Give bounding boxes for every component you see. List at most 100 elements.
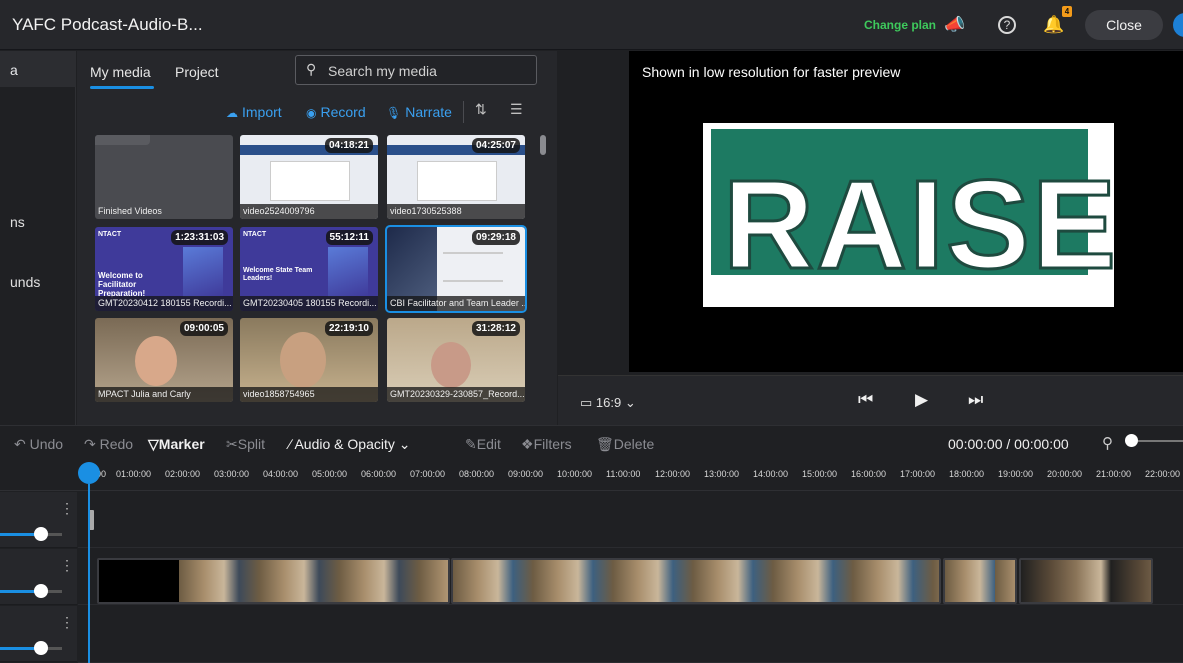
media-item-name: video2524009796 [240, 204, 378, 219]
volume-slider-knob[interactable] [34, 584, 48, 598]
undo-button[interactable]: ↶ Undo [14, 436, 63, 453]
ruler-tick-label: 14:00:00 [753, 469, 789, 479]
redo-button[interactable]: ↷ Redo [84, 436, 133, 453]
ruler-tick-label: 10:00:00 [557, 469, 593, 479]
action-divider [463, 101, 464, 123]
top-bar: YAFC Podcast-Audio-B... Change plan 📣 ? … [0, 0, 1183, 50]
volume-slider-knob[interactable] [34, 641, 48, 655]
track-menu-icon[interactable]: ⋮ [60, 557, 74, 574]
microphone-icon: 🎙 [386, 106, 402, 120]
split-button[interactable]: ✂Split [226, 436, 265, 453]
undo-label: Undo [29, 436, 64, 452]
track-menu-icon[interactable]: ⋮ [60, 614, 74, 631]
rail-item-backgrounds[interactable]: unds [10, 274, 40, 290]
audio-opacity-label: Audio & Opacity [294, 436, 395, 452]
timeline-track[interactable] [78, 606, 1183, 663]
project-title[interactable]: YAFC Podcast-Audio-B... [12, 15, 203, 35]
avatar[interactable] [1173, 13, 1183, 37]
media-item[interactable]: 09:00:05 MPACT Julia and Carly [95, 318, 233, 402]
marker-button[interactable]: ▽Marker [148, 436, 205, 453]
search-placeholder: Search my media [328, 63, 437, 79]
filter-icon[interactable]: ☰ [510, 101, 523, 118]
skip-back-icon[interactable]: ⏮ [858, 390, 873, 410]
cloud-upload-icon: ☁ [226, 106, 238, 120]
ruler-tick-label: 03:00:00 [214, 469, 250, 479]
timeline-clip[interactable] [943, 558, 1017, 604]
duration-badge: 04:25:07 [471, 138, 520, 153]
media-item-selected[interactable]: 09:29:18 CBI Facilitator and Team Leader… [385, 225, 527, 313]
clip-frames [1021, 560, 1151, 602]
help-icon[interactable]: ? [998, 16, 1016, 34]
track-menu-icon[interactable]: ⋮ [60, 500, 74, 517]
search-input[interactable]: ⚲ Search my media [295, 55, 537, 85]
ruler-tick-label: 16:00:00 [851, 469, 887, 479]
player-controls: ▭ 16:9 ⌄ ⏮ ▶ ⏭ [558, 375, 1183, 425]
volume-slider-knob[interactable] [34, 527, 48, 541]
media-item[interactable]: NTACT Welcome State Team Leaders! 55:12:… [240, 227, 378, 311]
filters-button[interactable]: ❖Filters [521, 436, 572, 453]
ruler-tick-label: 05:00:00 [312, 469, 348, 479]
media-item-name: GMT20230412 180155 Recordi... [95, 296, 233, 311]
bell-icon[interactable]: 🔔 [1043, 14, 1065, 36]
zoom-slider-knob[interactable] [1125, 434, 1138, 447]
timeline-clip[interactable] [451, 558, 941, 604]
duration-badge: 22:19:10 [324, 321, 373, 336]
track-header: ⋮ [0, 606, 77, 662]
rail-item-media[interactable]: a [0, 51, 76, 87]
tab-project[interactable]: Project [175, 64, 219, 80]
duration-badge: 1:23:31:03 [171, 230, 228, 245]
thumb-arrows [183, 247, 223, 297]
track-header: ⋮ [0, 492, 77, 548]
media-item[interactable]: NTACT Welcome to Facilitator Preparation… [95, 227, 233, 311]
ruler-tick-label: 18:00:00 [949, 469, 985, 479]
media-item-name: CBI Facilitator and Team Leader ... [387, 296, 525, 311]
import-button[interactable]: ☁ Import [226, 104, 282, 120]
close-button[interactable]: Close [1085, 10, 1163, 40]
duration-badge: 09:29:18 [471, 230, 520, 245]
playhead-handle[interactable] [78, 462, 100, 484]
ruler-tick-label: 09:00:00 [508, 469, 544, 479]
ruler-tick-label: 12:00:00 [655, 469, 691, 479]
thumb-person [280, 332, 326, 388]
folder-tab [95, 135, 150, 145]
ruler-tick-label: 08:00:00 [459, 469, 495, 479]
play-icon[interactable]: ▶ [915, 390, 928, 410]
media-item[interactable]: 22:19:10 video1858754965 [240, 318, 378, 402]
timeline-track[interactable] [78, 492, 1183, 548]
timecode: 00:00:00 / 00:00:00 [948, 436, 1069, 452]
change-plan-link[interactable]: Change plan [864, 18, 936, 32]
record-button[interactable]: ◉ Record [306, 104, 366, 120]
media-item-name: MPACT Julia and Carly [95, 387, 233, 402]
clip-frames [453, 560, 939, 602]
delete-label: Delete [613, 436, 655, 452]
megaphone-icon[interactable]: 📣 [944, 14, 966, 36]
edit-button[interactable]: ✎Edit [465, 436, 501, 453]
ruler-tick-label: 11:00:00 [606, 469, 641, 479]
folder-finished-videos[interactable]: Finished Videos [95, 135, 233, 219]
timeline-clip[interactable] [1019, 558, 1153, 604]
thumb-logo: NTACT [243, 231, 267, 238]
timeline-toolbar: ↶ Undo ↷ Redo ▽Marker ✂Split ∕ Audio & O… [0, 425, 1183, 461]
sort-icon[interactable]: ⇅ [475, 101, 487, 118]
thumb-person [135, 336, 177, 386]
rail-item-transitions[interactable]: ns [10, 214, 25, 230]
ruler-tick-label: 20:00:00 [1047, 469, 1083, 479]
media-item[interactable]: 04:25:07 video1730525388 [387, 135, 525, 219]
audio-opacity-button[interactable]: ∕ Audio & Opacity ⌄ [289, 436, 410, 453]
tab-my-media[interactable]: My media [90, 64, 151, 80]
narrate-button[interactable]: 🎙 Narrate [386, 104, 452, 120]
skip-forward-icon[interactable]: ⏭ [968, 390, 983, 410]
timeline-ruler[interactable]: 00 01:00:00 02:00:00 03:00:00 04:00:00 05:00:… [0, 461, 1183, 491]
playhead-line [88, 484, 90, 663]
slide-raise-logo: RAISE [703, 123, 1118, 307]
narrate-label: Narrate [405, 104, 452, 120]
timeline-clip[interactable] [97, 558, 450, 604]
aspect-label: 16:9 [595, 395, 622, 410]
media-item[interactable]: 04:18:21 video2524009796 [240, 135, 378, 219]
media-scrollbar[interactable] [540, 135, 546, 155]
zoom-slider-track[interactable] [1138, 440, 1183, 442]
media-item[interactable]: 31:28:12 GMT20230329-230857_Record... [387, 318, 525, 402]
aspect-ratio-select[interactable]: ▭ 16:9 ⌄ [580, 395, 636, 411]
ruler-tick-label: 06:00:00 [361, 469, 397, 479]
delete-button[interactable]: 🗑Delete [596, 436, 654, 453]
